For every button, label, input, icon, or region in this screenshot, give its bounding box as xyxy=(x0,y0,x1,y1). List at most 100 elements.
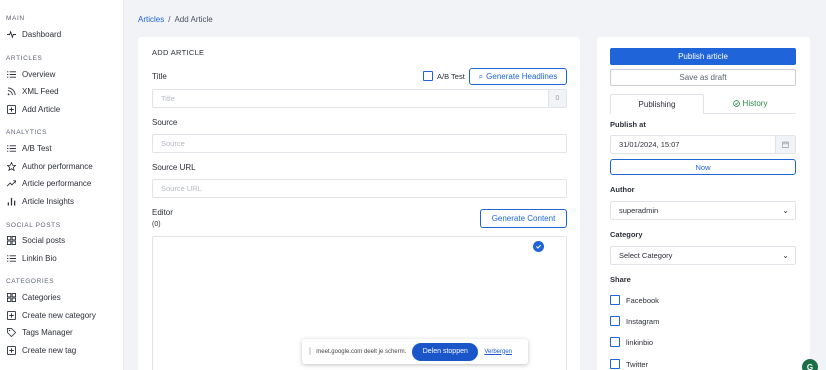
share-label: Share xyxy=(610,275,631,284)
linkinbio-checkbox[interactable] xyxy=(610,337,620,347)
sidebar-item-social-posts[interactable]: Social posts xyxy=(6,233,65,247)
sidebar-item-label: Social posts xyxy=(22,235,66,245)
history-icon xyxy=(732,100,740,107)
category-select[interactable]: Select Category ⌄ xyxy=(610,246,796,265)
tag-icon xyxy=(6,327,16,337)
section-title-categories: CATEGORIES xyxy=(6,278,55,285)
trend-icon xyxy=(6,178,16,188)
ab-test-checkbox[interactable] xyxy=(423,71,433,81)
generate-content-button[interactable]: Generate Content xyxy=(480,209,567,228)
drag-handle-icon[interactable]: ║ xyxy=(308,349,312,355)
publish-panel: Publish article Save as draft Publishing… xyxy=(597,37,810,370)
list-icon xyxy=(6,143,16,153)
tab-publishing[interactable]: Publishing xyxy=(610,94,704,114)
breadcrumb-articles-link[interactable]: Articles xyxy=(138,15,164,24)
sidebar-item-article-insights[interactable]: Article Insights xyxy=(6,194,74,208)
breadcrumb-current: Add Article xyxy=(174,15,213,24)
plus-square-icon xyxy=(6,310,16,320)
source-url-input[interactable]: Source URL xyxy=(152,179,567,198)
sidebar-item-label: Article performance xyxy=(22,178,92,188)
author-value: superadmin xyxy=(619,206,659,215)
grid-icon xyxy=(6,292,16,302)
sidebar-item-label: Create new tag xyxy=(22,345,77,355)
sidebar-item-article-performance[interactable]: Article performance xyxy=(6,176,91,190)
publish-at-label: Publish at xyxy=(610,120,646,129)
sidebar-item-tags-manager[interactable]: Tags Manager xyxy=(6,325,73,339)
sidebar-item-author-performance[interactable]: Author performance xyxy=(6,159,93,173)
share-option-label: linkinbio xyxy=(626,337,654,347)
sidebar-item-linkin-bio[interactable]: Linkin Bio xyxy=(6,251,57,265)
twitter-checkbox[interactable] xyxy=(610,359,620,369)
editor-count: (0) xyxy=(152,221,161,228)
publish-article-button[interactable]: Publish article xyxy=(610,48,796,65)
title-input[interactable]: Title xyxy=(152,89,567,108)
sidebar-item-overview[interactable]: Overview xyxy=(6,67,55,81)
source-input[interactable]: Source xyxy=(152,134,567,153)
grid-icon xyxy=(6,235,16,245)
share-twitter[interactable]: Twitter xyxy=(610,359,648,369)
sidebar-item-label: Categories xyxy=(22,292,61,302)
sidebar-item-categories[interactable]: Categories xyxy=(6,290,61,304)
grammar-check-icon[interactable] xyxy=(533,241,544,252)
list-icon xyxy=(6,253,16,263)
now-button[interactable]: Now xyxy=(610,159,796,175)
sidebar-item-create-new-tag[interactable]: Create new tag xyxy=(6,343,76,357)
share-option-label: Twitter xyxy=(626,359,649,369)
screenshare-message: meet.google.com deelt je scherm. xyxy=(316,348,407,355)
share-option-label: Facebook xyxy=(626,295,659,305)
sidebar: MAIN Dashboard ARTICLES Overview XML Fee… xyxy=(0,0,124,370)
title-label: Title xyxy=(152,72,167,81)
sidebar-item-dashboard[interactable]: Dashboard xyxy=(6,27,61,41)
share-facebook[interactable]: Facebook xyxy=(610,295,659,305)
calendar-icon[interactable] xyxy=(775,136,795,153)
generate-headlines-button[interactable]: ⌕ Generate Headlines xyxy=(469,68,567,85)
chevron-down-icon: ⌄ xyxy=(782,251,789,260)
plus-square-icon xyxy=(6,345,16,355)
rss-icon xyxy=(6,86,16,96)
hide-banner-link[interactable]: Verbergen xyxy=(484,349,512,355)
instagram-checkbox[interactable] xyxy=(610,316,620,326)
publish-at-value: 31/01/2024, 15:07 xyxy=(619,140,680,149)
sidebar-item-label: Linkin Bio xyxy=(22,253,57,263)
author-label: Author xyxy=(610,185,635,194)
publish-at-input[interactable]: 31/01/2024, 15:07 xyxy=(610,135,796,154)
tab-publishing-label: Publishing xyxy=(638,100,676,109)
sidebar-item-ab-test[interactable]: A/B Test xyxy=(6,141,52,155)
grammarly-icon[interactable]: G xyxy=(802,359,818,370)
section-title-articles: ARTICLES xyxy=(6,55,43,62)
share-instagram[interactable]: Instagram xyxy=(610,316,659,326)
tab-history[interactable]: History xyxy=(704,94,796,114)
pulse-icon xyxy=(6,29,16,39)
generate-content-label: Generate Content xyxy=(491,214,556,223)
sidebar-item-label: Article Insights xyxy=(22,196,75,206)
title-placeholder: Title xyxy=(161,94,175,103)
sidebar-item-label: Author performance xyxy=(22,161,93,171)
sidebar-item-label: Create new category xyxy=(22,310,96,320)
sidebar-item-xml-feed[interactable]: XML Feed xyxy=(6,84,59,98)
section-title-social-posts: SOCIAL POSTS xyxy=(6,222,61,229)
sidebar-item-create-new-category[interactable]: Create new category xyxy=(6,308,96,322)
ab-test-label: A/B Test xyxy=(437,72,465,81)
save-draft-button[interactable]: Save as draft xyxy=(610,69,796,86)
source-url-label: Source URL xyxy=(152,163,196,172)
share-linkinbio[interactable]: linkinbio xyxy=(610,337,653,347)
now-button-label: Now xyxy=(695,162,711,172)
sidebar-item-label: XML Feed xyxy=(22,86,59,96)
source-label: Source xyxy=(152,118,178,127)
breadcrumb: Articles / Add Article xyxy=(138,15,213,24)
tab-history-label: History xyxy=(742,99,768,108)
category-value: Select Category xyxy=(619,251,673,260)
author-select[interactable]: superadmin ⌄ xyxy=(610,201,796,220)
screenshare-banner: ║ meet.google.com deelt je scherm. Delen… xyxy=(302,339,528,364)
sidebar-item-label: Dashboard xyxy=(22,29,62,39)
card-heading: ADD ARTICLE xyxy=(152,48,205,57)
section-title-main: MAIN xyxy=(6,15,25,22)
facebook-checkbox[interactable] xyxy=(610,295,620,305)
generate-headlines-label: Generate Headlines xyxy=(486,72,558,81)
stop-sharing-button[interactable]: Delen stoppen xyxy=(412,342,479,361)
sidebar-item-add-article[interactable]: Add Article xyxy=(6,102,60,116)
plus-square-icon xyxy=(6,104,16,114)
breadcrumb-separator: / xyxy=(168,15,171,24)
magic-wand-icon: ⌕ xyxy=(478,71,484,81)
sidebar-item-label: Overview xyxy=(22,69,56,79)
